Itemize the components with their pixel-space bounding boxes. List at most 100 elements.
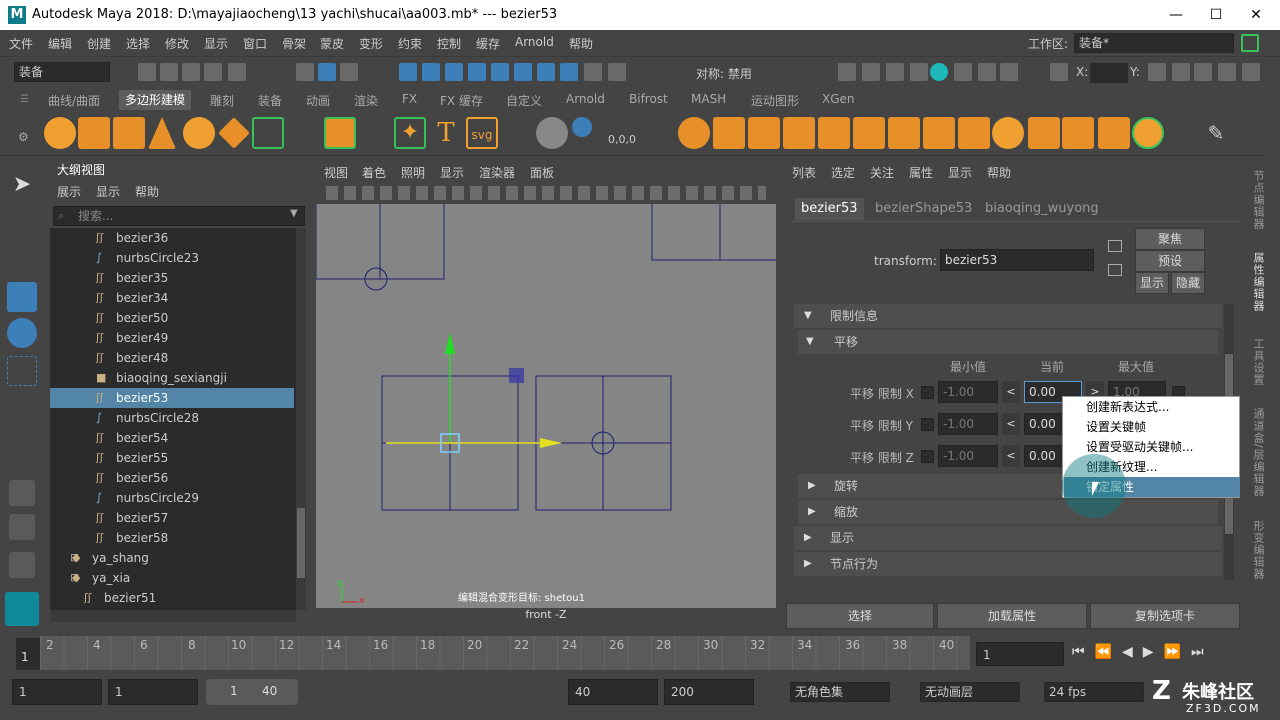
ae-menu-help[interactable]: 帮助 bbox=[987, 164, 1011, 181]
limit-info-frame[interactable]: ▼ 限制信息 bbox=[794, 304, 1222, 328]
ae-menu-focus[interactable]: 关注 bbox=[870, 164, 894, 181]
measure-icon[interactable] bbox=[572, 117, 592, 137]
super-shape-icon[interactable]: ✦ bbox=[394, 117, 426, 149]
reduce-icon[interactable] bbox=[818, 117, 850, 149]
outliner-item-bezier53[interactable]: ʃʃ bezier53 bbox=[50, 388, 294, 408]
presets-button[interactable]: 预设 bbox=[1135, 250, 1205, 272]
extrude-icon[interactable] bbox=[853, 117, 885, 149]
side-tab-attribute-editor[interactable]: 属性编辑器 bbox=[1248, 252, 1266, 312]
playback-end-field[interactable]: 40 bbox=[568, 679, 658, 705]
current-frame-field[interactable]: 1 bbox=[976, 642, 1064, 666]
outliner-item-bezier58[interactable]: ʃʃ bezier58 bbox=[50, 528, 294, 548]
lock-selection-icon[interactable] bbox=[584, 63, 602, 81]
viewport-canvas[interactable]: y x 编辑混合变形目标: shetou1 bbox=[316, 204, 776, 608]
shelf-tab-rendering[interactable]: 渲染 bbox=[354, 92, 378, 109]
side-tab-node-editor[interactable]: 节点编辑器 bbox=[1248, 170, 1266, 230]
ctx-set-key[interactable]: 设置关键帧 bbox=[1064, 417, 1240, 437]
focus-input-icon[interactable] bbox=[1108, 240, 1122, 252]
vp-menu-display[interactable]: 显示 bbox=[440, 164, 464, 181]
outliner-item-ya_xia[interactable]: ⊞ ◆ ya_xia bbox=[50, 568, 294, 588]
four-view-icon[interactable] bbox=[9, 514, 35, 540]
redo-icon[interactable] bbox=[228, 63, 246, 81]
uv-editor-icon[interactable] bbox=[1098, 117, 1130, 149]
menu-skin[interactable]: 蒙皮 bbox=[320, 35, 344, 52]
outliner-menu-help[interactable]: 帮助 bbox=[135, 183, 159, 200]
light-editor-icon[interactable] bbox=[954, 63, 972, 81]
multicut-icon[interactable] bbox=[992, 117, 1024, 149]
side-tab-shape-editor[interactable]: 形变编辑器 bbox=[1248, 520, 1266, 580]
outliner-item-nurbsCircle23[interactable]: ∫ nurbsCircle23 bbox=[50, 248, 294, 268]
shelf-tab-arnold[interactable]: Arnold bbox=[566, 92, 605, 106]
poly-cone-icon[interactable] bbox=[148, 117, 176, 149]
outliner-item-biaoqing_sexiangji[interactable]: ■ biaoqing_sexiangji bbox=[50, 368, 294, 388]
history-icon[interactable] bbox=[560, 63, 578, 81]
vp-menu-renderer[interactable]: 渲染器 bbox=[479, 164, 515, 181]
menu-constrain[interactable]: 约束 bbox=[398, 35, 422, 52]
last-tool-icon[interactable] bbox=[7, 430, 37, 460]
menu-deform[interactable]: 变形 bbox=[359, 35, 383, 52]
mirror-icon[interactable] bbox=[748, 117, 780, 149]
menu-skeleton[interactable]: 骨架 bbox=[282, 35, 306, 52]
highlight-icon[interactable] bbox=[608, 63, 626, 81]
translate-limit-y-min[interactable]: -1.00 bbox=[938, 413, 998, 435]
menu-file[interactable]: 文件 bbox=[9, 35, 33, 52]
select-object-icon[interactable] bbox=[318, 63, 336, 81]
menu-set-select[interactable]: 装备 bbox=[14, 62, 110, 82]
text-icon[interactable]: T bbox=[430, 117, 462, 149]
bevel-icon[interactable] bbox=[923, 117, 955, 149]
new-scene-icon[interactable] bbox=[138, 63, 156, 81]
poly-sphere-icon[interactable] bbox=[44, 117, 76, 149]
shelf-tab-fx-cache[interactable]: FX 缓存 bbox=[440, 92, 483, 109]
outliner-scrollbar[interactable] bbox=[296, 228, 306, 610]
translate-limit-z-min[interactable]: -1.00 bbox=[938, 445, 998, 467]
focus-output-icon[interactable] bbox=[1108, 264, 1122, 276]
x-field[interactable] bbox=[1090, 63, 1128, 83]
sphere-tool-icon[interactable] bbox=[536, 117, 568, 149]
shelf-tab-rigging[interactable]: 装备 bbox=[258, 92, 282, 109]
load-attributes-button[interactable]: 加载属性 bbox=[937, 603, 1087, 629]
ae-tab-shape[interactable]: bezierShape53 bbox=[875, 198, 972, 220]
poly-cylinder-icon[interactable] bbox=[113, 117, 145, 149]
shelf-tab-curves[interactable]: 曲线/曲面 bbox=[48, 92, 100, 109]
ae-menu-selected[interactable]: 选定 bbox=[831, 164, 855, 181]
focus-button[interactable]: 聚焦 bbox=[1135, 228, 1205, 250]
scale-frame[interactable]: ▶ 缩放 bbox=[798, 500, 1218, 524]
menu-select[interactable]: 选择 bbox=[126, 35, 150, 52]
pause-icon[interactable] bbox=[1000, 63, 1018, 81]
shelf-tab-custom[interactable]: 自定义 bbox=[506, 92, 542, 109]
symmetry-label[interactable]: 对称: 禁用 bbox=[696, 65, 752, 82]
translate-x-lt-button[interactable]: < bbox=[1002, 381, 1020, 403]
tool-settings-icon[interactable] bbox=[1218, 63, 1236, 81]
hypershade-icon[interactable] bbox=[930, 63, 948, 81]
outliner-hscrollbar[interactable] bbox=[50, 610, 296, 622]
snap-vertex-icon[interactable] bbox=[514, 63, 532, 81]
outliner-item-bezier50[interactable]: ʃʃ bezier50 bbox=[50, 308, 294, 328]
end-time-field[interactable]: 200 bbox=[664, 679, 754, 705]
channel-box-icon[interactable] bbox=[1242, 63, 1260, 81]
vp-menu-lighting[interactable]: 照明 bbox=[401, 164, 425, 181]
paint-icon[interactable]: ✎ bbox=[1200, 117, 1232, 149]
menu-display[interactable]: 显示 bbox=[204, 35, 228, 52]
uv-tool-icon[interactable] bbox=[1132, 117, 1164, 149]
ae-tab-transform[interactable]: bezier53 bbox=[795, 198, 864, 220]
menu-control[interactable]: 控制 bbox=[437, 35, 461, 52]
shelf-tab-polygon[interactable]: 多边形建模 bbox=[119, 90, 192, 110]
select-tool-icon[interactable]: ➤ bbox=[7, 172, 37, 202]
snap-curve-icon[interactable] bbox=[422, 63, 440, 81]
ae-menu-list[interactable]: 列表 bbox=[792, 164, 816, 181]
menu-cache[interactable]: 缓存 bbox=[476, 35, 500, 52]
shelf-options-icon[interactable]: ☰ bbox=[20, 94, 29, 105]
playback-controls[interactable]: ⏮⏪◀▶⏩⏭ bbox=[1072, 644, 1252, 664]
start-time-field[interactable]: 1 bbox=[12, 679, 102, 705]
move-tool-icon[interactable] bbox=[7, 282, 37, 312]
translate-y-lt-button[interactable]: < bbox=[1002, 413, 1020, 435]
render-settings-icon[interactable] bbox=[910, 63, 928, 81]
outliner-item-bezier51[interactable]: ʃʃ bezier51 bbox=[50, 588, 294, 608]
menu-create[interactable]: 创建 bbox=[87, 35, 111, 52]
target-weld-icon[interactable] bbox=[1028, 117, 1060, 149]
outliner-item-bezier36[interactable]: ʃʃ bezier36 bbox=[50, 228, 294, 248]
side-tab-tool-settings[interactable]: 工具设置 bbox=[1248, 338, 1266, 386]
select-hierarchy-icon[interactable] bbox=[296, 63, 314, 81]
shelf-tab-sculpt[interactable]: 雕刻 bbox=[210, 92, 234, 109]
ae-tab-blendshape[interactable]: biaoqing_wuyong bbox=[985, 198, 1099, 220]
